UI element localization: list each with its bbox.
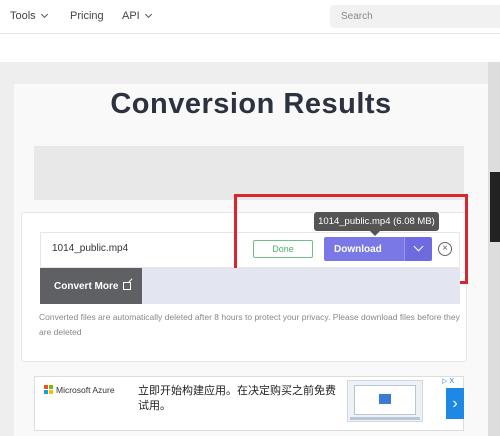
ad-brand: Microsoft Azure [56,385,115,395]
nav-tools-label: Tools [10,10,36,22]
right-edge-strip [488,62,500,436]
external-link-icon [123,282,132,290]
convert-more-label: Convert More [54,280,119,292]
page-title: Conversion Results [110,88,392,120]
chevron-down-icon [40,10,48,19]
convert-more-button[interactable]: Convert More [40,268,142,304]
nav-api-label: API [122,10,140,22]
search-placeholder: Search [341,11,373,22]
chevron-down-icon [144,10,152,19]
nav-tools-menu[interactable]: Tools [10,10,48,22]
top-navigation: Tools Pricing API Search [0,0,500,34]
ad-text: 立即开始构建应用。在决定购买之前免费试用。 [138,385,336,412]
file-name: 1014_public.mp4 [52,243,129,254]
header-band [0,34,500,62]
ad-next-arrow-icon[interactable]: › [446,388,464,419]
nav-pricing-link[interactable]: Pricing [70,10,104,22]
edge-block [490,172,500,242]
microsoft-logo-icon [44,385,53,394]
ad-placeholder [34,146,464,200]
privacy-notice: Converted files are automatically delete… [39,312,460,337]
nav-pricing-label: Pricing [70,10,104,22]
nav-api-menu[interactable]: API [122,10,152,22]
laptop-image [347,380,423,422]
search-input[interactable]: Search [330,5,500,28]
ad-choices-icon[interactable]: ▷ X [442,377,454,385]
